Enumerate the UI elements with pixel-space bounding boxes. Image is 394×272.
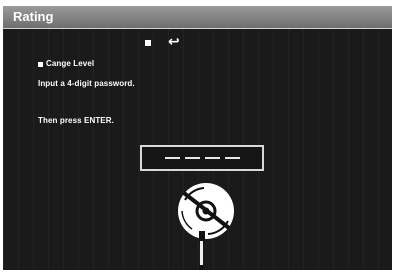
- instruction-line-2: Then press ENTER.: [38, 116, 114, 125]
- title-bar: Rating: [3, 6, 392, 29]
- window-title: Rating: [13, 9, 54, 24]
- password-digit-placeholder: [204, 157, 220, 159]
- disc-lock-illustration: [173, 181, 239, 270]
- password-digit-placeholder: [164, 157, 180, 159]
- stop-square-icon: [145, 40, 151, 46]
- bullet-icon: [38, 62, 43, 67]
- remote-pin-icon: [200, 241, 203, 267]
- disc-icon: [178, 183, 234, 270]
- return-arrow-icon[interactable]: ↩: [168, 34, 180, 50]
- password-digit-placeholder: [224, 157, 240, 159]
- instruction-line-1: Input a 4-digit password.: [38, 79, 135, 88]
- password-digit-placeholder: [184, 157, 200, 159]
- rating-panel: ↩ Cange Level Input a 4-digit password. …: [3, 29, 392, 270]
- change-level-label[interactable]: Cange Level: [46, 59, 94, 68]
- password-input[interactable]: [140, 145, 264, 171]
- rating-screen: Rating ↩ Cange Level Input a 4-digit pas…: [3, 6, 392, 270]
